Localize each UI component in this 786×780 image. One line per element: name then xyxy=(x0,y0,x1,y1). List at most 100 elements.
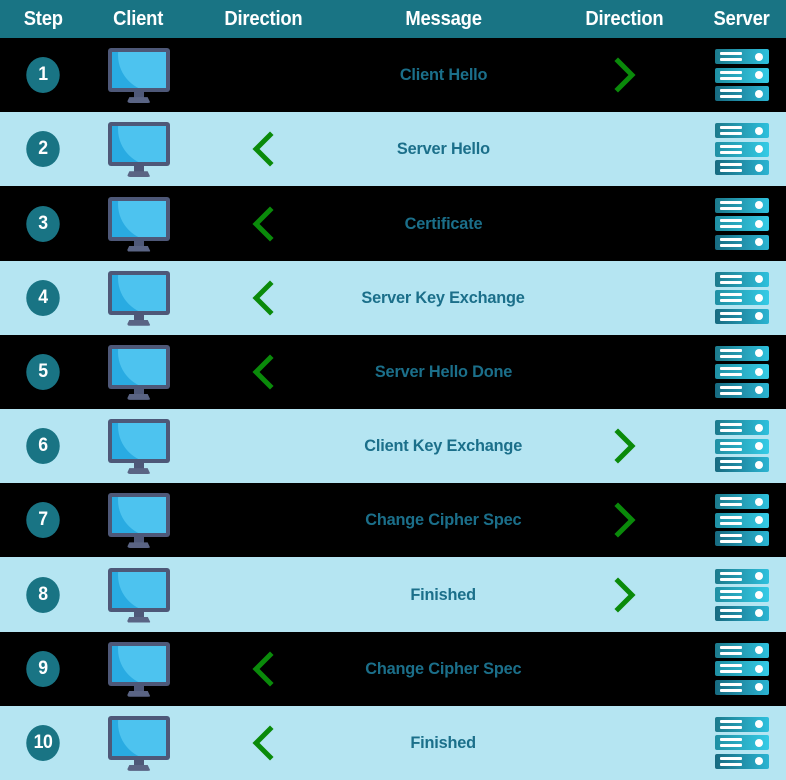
chevron-right-icon xyxy=(611,55,637,95)
step-number-badge: 2 xyxy=(26,131,60,168)
server-indicator-light xyxy=(754,145,763,154)
monitor-icon xyxy=(107,270,170,326)
server-indicator-light xyxy=(754,460,763,469)
server-bay xyxy=(714,382,769,398)
server-indicator-light xyxy=(754,201,763,209)
server-slot-lines xyxy=(719,237,742,247)
cell-message: Change Cipher Spec xyxy=(336,483,551,557)
cell-message: Certificate xyxy=(336,186,551,260)
server-bay xyxy=(714,587,769,603)
cell-direction-left xyxy=(191,38,336,112)
step-number-badge: 1 xyxy=(26,57,60,94)
monitor-base xyxy=(126,319,151,326)
monitor-base xyxy=(126,468,151,475)
server-slot-lines xyxy=(719,497,742,507)
server-slot-lines xyxy=(719,571,742,581)
table-row: 2 Server Hello xyxy=(0,112,786,187)
cell-direction-left xyxy=(191,112,336,186)
server-slot-lines xyxy=(719,144,742,154)
cell-direction-right xyxy=(551,186,697,260)
server-indicator-light xyxy=(754,646,763,655)
cell-step: 9 xyxy=(0,632,86,706)
server-bay xyxy=(714,234,769,250)
server-indicator-light xyxy=(754,664,763,673)
cell-server xyxy=(697,706,786,780)
monitor-icon xyxy=(107,196,170,252)
server-bay xyxy=(714,308,769,324)
message-label: Client Key Exchange xyxy=(364,436,523,456)
server-slot-lines xyxy=(719,200,742,210)
column-header-label: Server xyxy=(713,7,770,30)
server-indicator-light xyxy=(754,590,763,599)
cell-step: 10 xyxy=(0,706,86,780)
message-label: Server Key Exchange xyxy=(361,287,526,307)
server-indicator-light xyxy=(754,71,763,80)
column-header-label: Message xyxy=(405,7,482,30)
cell-direction-left xyxy=(191,261,336,335)
monitor-base xyxy=(126,393,151,400)
server-bay xyxy=(714,531,769,547)
server-slot-lines xyxy=(719,311,742,321)
monitor-base xyxy=(126,171,151,178)
cell-server xyxy=(697,335,786,409)
server-indicator-light xyxy=(754,312,763,321)
column-header-dir_left: Direction xyxy=(191,0,336,38)
cell-direction-left xyxy=(191,335,336,409)
cell-direction-right xyxy=(551,557,697,631)
server-bay xyxy=(714,716,769,732)
step-number-badge: 8 xyxy=(26,576,60,613)
cell-client xyxy=(86,335,191,409)
chevron-left-icon xyxy=(251,649,277,689)
table-row: 4 Server Key Exchange xyxy=(0,260,786,335)
cell-step: 7 xyxy=(0,483,86,557)
server-bay xyxy=(714,512,769,528)
server-slot-lines xyxy=(719,682,742,692)
server-icon xyxy=(714,642,769,695)
table-row: 5 Server Hello Done xyxy=(0,334,786,410)
cell-message: Server Key Exchange xyxy=(336,261,551,335)
server-slot-lines xyxy=(719,70,742,80)
cell-client xyxy=(86,112,191,186)
server-indicator-light xyxy=(754,275,763,284)
server-slot-lines xyxy=(719,385,742,395)
server-slot-lines xyxy=(719,423,742,433)
chevron-left-icon xyxy=(251,352,277,392)
table-row: 10 Finished xyxy=(0,705,786,780)
server-bay xyxy=(714,420,769,436)
cell-direction-left xyxy=(191,409,336,483)
server-indicator-light xyxy=(754,386,763,395)
server-bay xyxy=(714,345,769,361)
server-slot-lines xyxy=(719,274,742,284)
cell-message: Client Hello xyxy=(336,38,551,112)
cell-client xyxy=(86,186,191,260)
message-label: Change Cipher Spec xyxy=(365,658,522,678)
tls-handshake-table: Step Client Direction Message Direction Serve… xyxy=(0,0,786,780)
server-bay xyxy=(714,123,769,139)
monitor-icon xyxy=(107,567,170,623)
monitor-icon xyxy=(107,419,170,475)
server-indicator-light xyxy=(754,442,763,451)
cell-server xyxy=(697,557,786,631)
server-bay xyxy=(714,290,769,306)
server-slot-lines xyxy=(719,515,742,525)
monitor-screen xyxy=(111,497,166,534)
server-bay xyxy=(714,49,769,65)
cell-step: 3 xyxy=(0,186,86,260)
monitor-base xyxy=(126,97,151,104)
cell-message: Client Key Exchange xyxy=(336,409,551,483)
monitor-screen xyxy=(111,126,166,163)
monitor-screen xyxy=(111,571,166,608)
cell-direction-right xyxy=(551,706,697,780)
chevron-left-icon xyxy=(251,204,277,244)
monitor-icon xyxy=(107,715,170,771)
cell-client xyxy=(86,483,191,557)
server-bay xyxy=(714,141,769,157)
server-indicator-light xyxy=(754,572,763,581)
server-indicator-light xyxy=(754,738,763,747)
server-icon xyxy=(714,345,769,398)
cell-direction-right xyxy=(551,335,697,409)
server-indicator-light xyxy=(754,516,763,525)
cell-client xyxy=(86,706,191,780)
cell-direction-right xyxy=(551,261,697,335)
cell-message: Server Hello xyxy=(336,112,551,186)
